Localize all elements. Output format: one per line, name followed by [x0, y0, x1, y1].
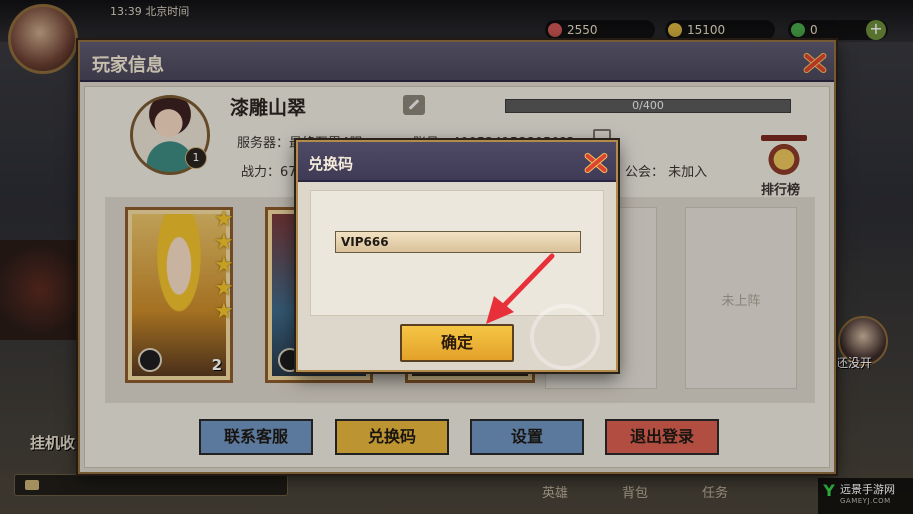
decorative-seal-icon [530, 304, 600, 370]
redeem-code-input[interactable] [335, 231, 581, 253]
confirm-button[interactable]: 确定 [400, 324, 514, 362]
dialog-body [310, 190, 604, 316]
dialog-close-button[interactable] [581, 149, 611, 177]
dialog-title: 兑换码 [308, 155, 354, 173]
dialog-header: 兑换码 [298, 142, 616, 182]
redeem-code-dialog: 兑换码 确定 [296, 140, 618, 372]
